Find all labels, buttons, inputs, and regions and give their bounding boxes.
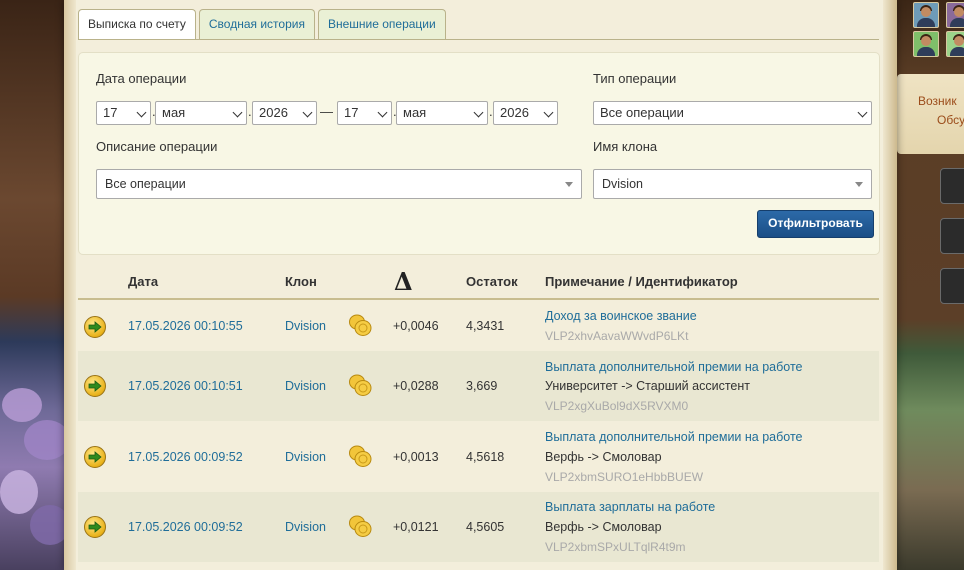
side-button[interactable] <box>940 168 964 204</box>
row-delta: +0,0046 <box>393 319 439 333</box>
from-year-select[interactable]: 2026 <box>252 101 317 125</box>
avatar[interactable] <box>946 31 964 57</box>
description-label: Описание операции <box>96 139 218 154</box>
dropdown-arrow-icon <box>565 182 573 187</box>
operation-description-value: Все операции <box>105 177 186 191</box>
arrow-right-icon[interactable] <box>84 316 106 338</box>
chevron-down-icon <box>543 107 554 118</box>
tab-divider <box>78 39 879 40</box>
side-news-panel: Возник Обсу <box>897 74 964 154</box>
row-detail: Верфь -> Смоловар <box>545 450 662 464</box>
avatar[interactable] <box>913 2 939 28</box>
tab-summary-history[interactable]: Сводная история <box>198 9 315 39</box>
coins-icon <box>349 515 372 537</box>
column-header-delta: Δ <box>394 267 413 296</box>
row-note[interactable]: Доход за воинское звание <box>545 309 697 323</box>
to-year-select[interactable]: 2026 <box>493 101 558 125</box>
from-day-value: 17 <box>103 105 118 120</box>
row-identifier: VLP2xbmSURO1eHbbBUEW <box>545 470 704 484</box>
to-day-value: 17 <box>344 105 359 120</box>
date-range-dash: — <box>320 104 333 119</box>
row-balance: 3,669 <box>466 379 498 393</box>
table-row: 17.05.2026 00:09:52 Dvision +0,0121 4,56… <box>78 492 879 562</box>
table-row: 17.05.2026 00:10:55 Dvision +0,0046 4,34… <box>78 301 879 351</box>
side-news-line[interactable]: Обсу <box>937 113 964 127</box>
from-month-select[interactable]: мая <box>155 101 247 125</box>
row-identifier: VLP2xgXuBol9dX5RVXM0 <box>545 399 689 413</box>
chevron-down-icon <box>302 107 313 118</box>
column-header-clone: Клон <box>285 274 317 289</box>
chevron-down-icon <box>377 107 388 118</box>
dropdown-arrow-icon <box>855 182 863 187</box>
arrow-right-icon[interactable] <box>84 375 106 397</box>
row-identifier: VLP2xhvAavaWWvdP6LKt <box>545 329 689 343</box>
row-detail: Университет -> Старший ассистент <box>545 379 750 393</box>
date-label: Дата операции <box>96 71 187 86</box>
table-row: 17.05.2026 00:10:51 Dvision +0,0288 3,66… <box>78 351 879 421</box>
table-row: 17.05.2026 00:09:52 Dvision +0,0013 4,56… <box>78 421 879 492</box>
row-note[interactable]: Выплата зарплаты на работе <box>545 500 715 514</box>
chevron-down-icon <box>473 107 484 118</box>
row-balance: 4,5605 <box>466 520 505 534</box>
coins-icon <box>349 314 372 336</box>
avatar[interactable] <box>946 2 964 28</box>
coins-icon <box>349 445 372 467</box>
side-news-line[interactable]: Возник <box>918 94 957 108</box>
row-date[interactable]: 17.05.2026 00:09:52 <box>128 450 243 464</box>
tab-external-operations[interactable]: Внешние операции <box>317 9 446 39</box>
tab-bar: Выписка по счету Сводная история Внешние… <box>78 9 446 40</box>
row-delta: +0,0013 <box>393 450 439 464</box>
row-clone[interactable]: Dvision <box>285 450 326 464</box>
operation-type-value: Все операции <box>600 105 684 120</box>
arrow-right-icon[interactable] <box>84 446 106 468</box>
coins-icon <box>349 374 372 396</box>
type-label: Тип операции <box>593 71 677 86</box>
row-balance: 4,5618 <box>466 450 505 464</box>
column-header-balance: Остаток <box>466 274 518 289</box>
row-date[interactable]: 17.05.2026 00:10:55 <box>128 319 243 333</box>
row-date[interactable]: 17.05.2026 00:10:51 <box>128 379 243 393</box>
tab-account-statement[interactable]: Выписка по счету <box>78 9 196 40</box>
chevron-down-icon <box>136 107 147 118</box>
row-clone[interactable]: Dvision <box>285 319 326 333</box>
arrow-right-icon[interactable] <box>84 516 106 538</box>
row-delta: +0,0121 <box>393 520 439 534</box>
clone-value: Dvision <box>602 177 643 191</box>
avatar[interactable] <box>913 31 939 57</box>
row-balance: 4,3431 <box>466 319 505 333</box>
chevron-down-icon <box>857 107 868 118</box>
side-button[interactable] <box>940 268 964 304</box>
row-note[interactable]: Выплата дополнительной премии на работе <box>545 360 803 374</box>
filter-button[interactable]: Отфильтровать <box>757 210 874 238</box>
chevron-down-icon <box>232 107 243 118</box>
row-note[interactable]: Выплата дополнительной премии на работе <box>545 430 803 444</box>
from-month-value: мая <box>162 105 186 120</box>
clone-label: Имя клона <box>593 139 658 154</box>
operation-type-select[interactable]: Все операции <box>593 101 872 125</box>
from-day-select[interactable]: 17 <box>96 101 151 125</box>
to-month-select[interactable]: мая <box>396 101 488 125</box>
clone-select[interactable]: Dvision <box>593 169 872 199</box>
row-clone[interactable]: Dvision <box>285 520 326 534</box>
side-button[interactable] <box>940 218 964 254</box>
table-header-divider <box>78 298 879 300</box>
column-header-note: Примечание / Идентификатор <box>545 274 738 289</box>
to-day-select[interactable]: 17 <box>337 101 392 125</box>
operation-description-select[interactable]: Все операции <box>96 169 582 199</box>
row-clone[interactable]: Dvision <box>285 379 326 393</box>
row-delta: +0,0288 <box>393 379 439 393</box>
column-header-date: Дата <box>128 274 159 289</box>
to-year-value: 2026 <box>500 105 529 120</box>
row-detail: Верфь -> Смоловар <box>545 520 662 534</box>
row-identifier: VLP2xbmSPxULTqlR4t9m <box>545 540 686 554</box>
row-date[interactable]: 17.05.2026 00:09:52 <box>128 520 243 534</box>
to-month-value: мая <box>403 105 427 120</box>
from-year-value: 2026 <box>259 105 288 120</box>
